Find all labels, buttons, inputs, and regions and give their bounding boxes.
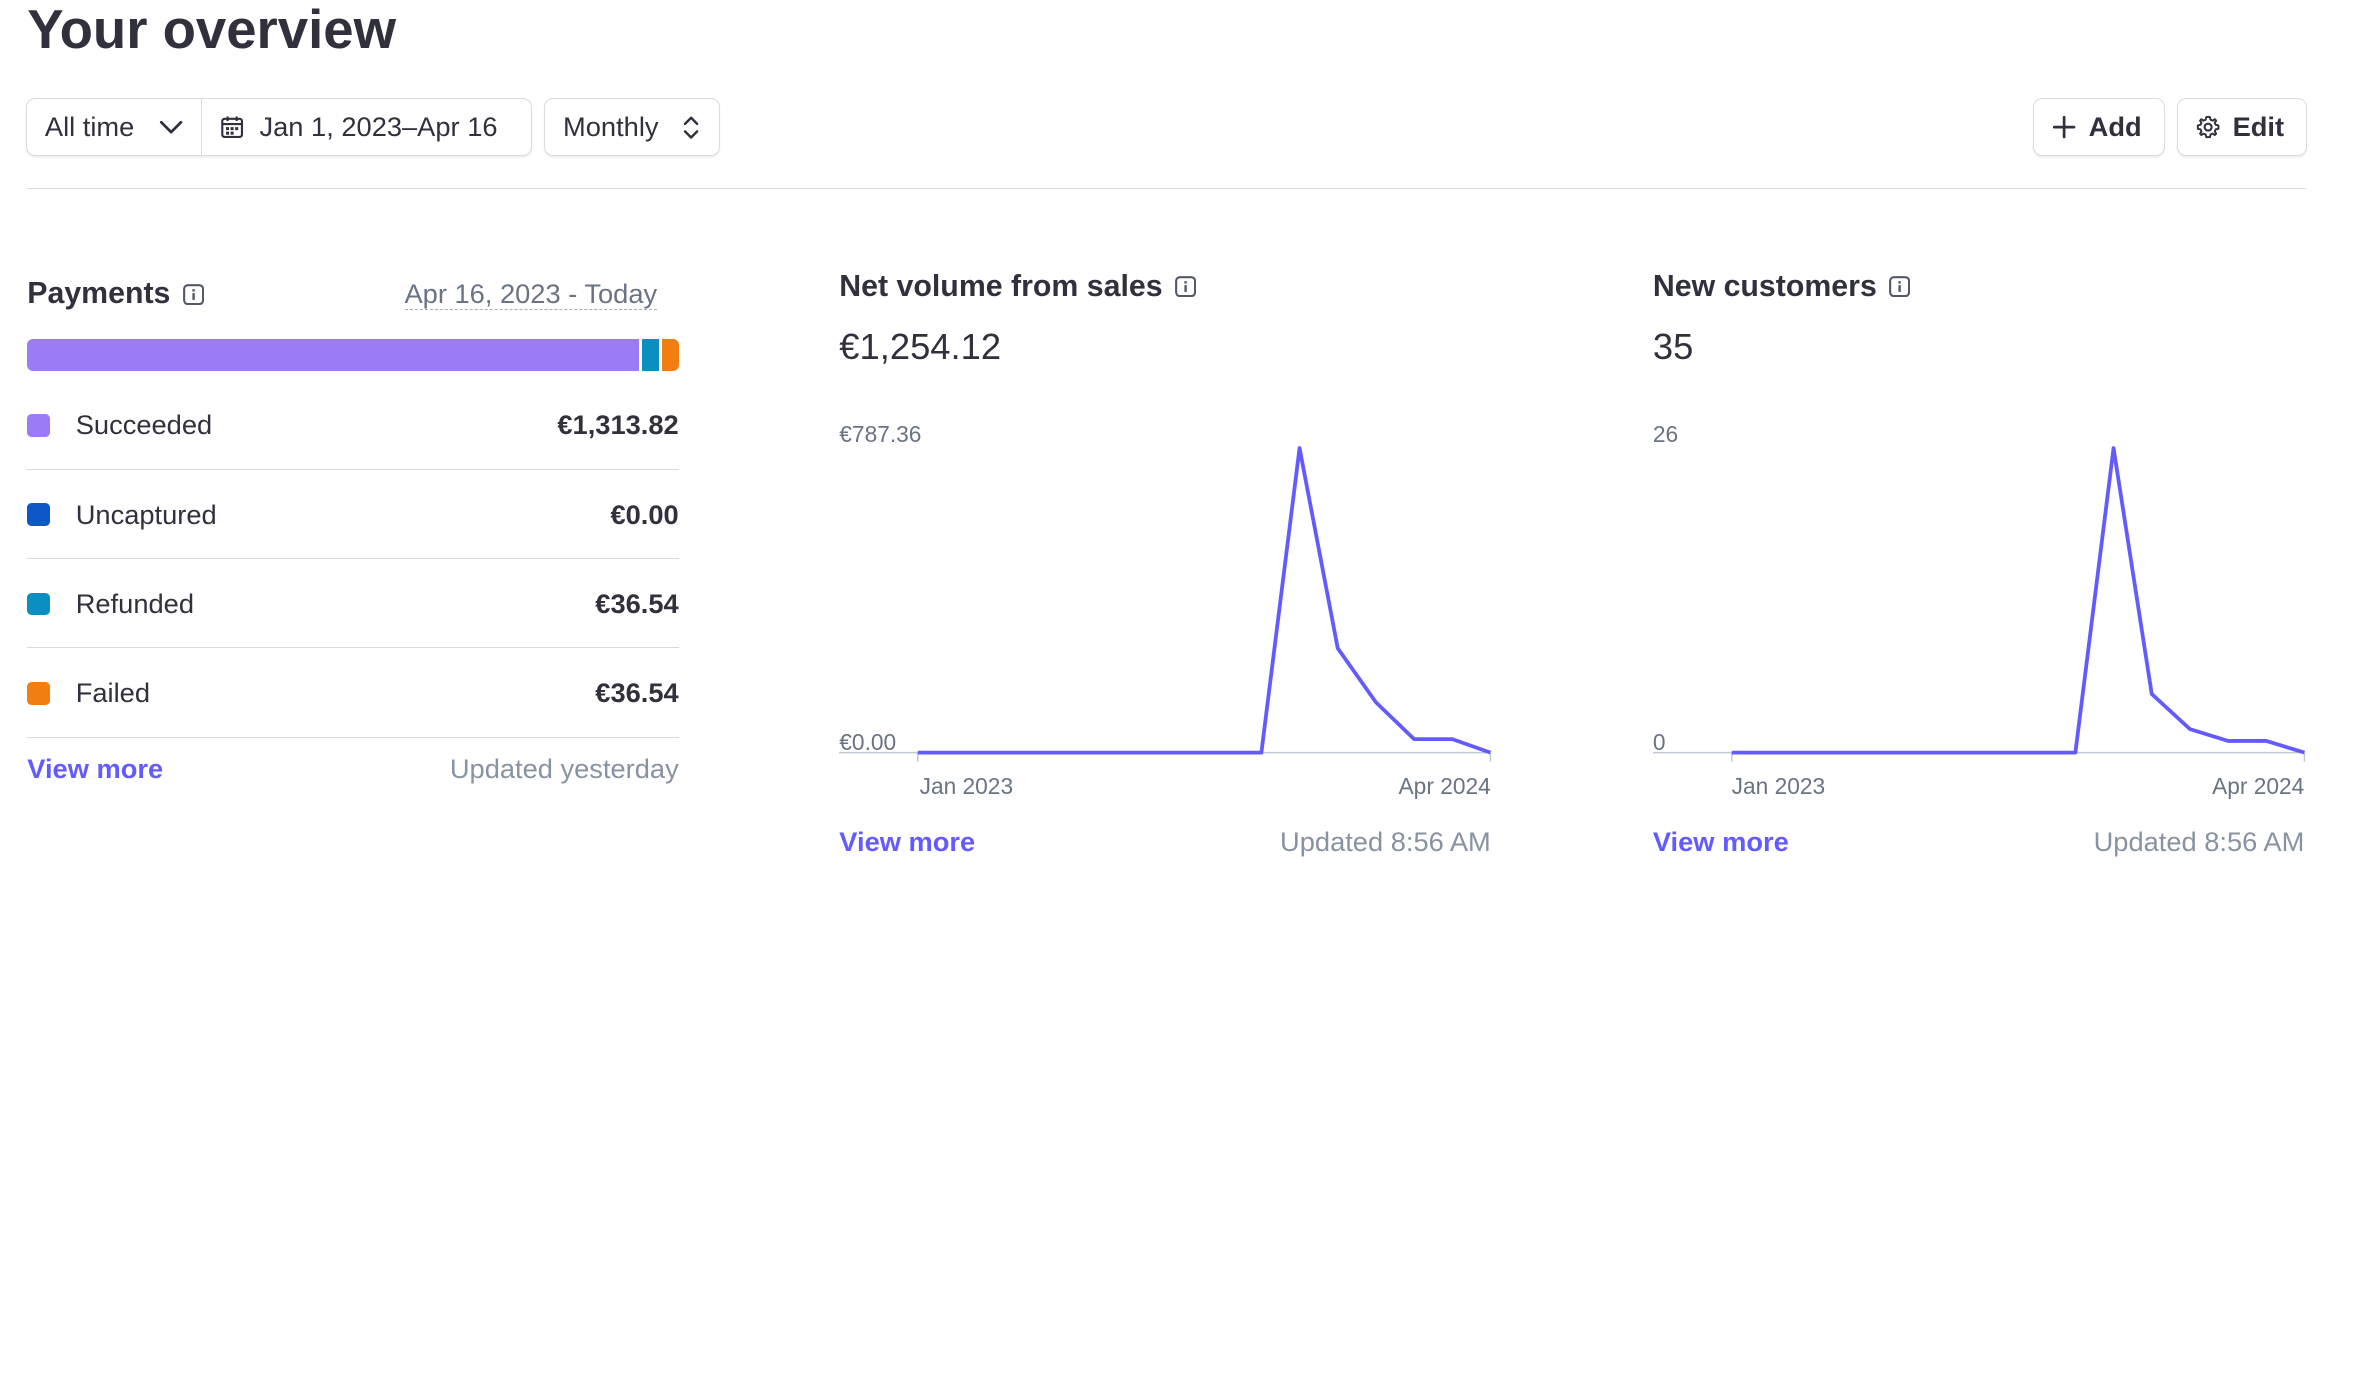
net-volume-title-text: Net volume from sales (839, 269, 1163, 303)
chevron-down-icon (159, 120, 183, 135)
edit-label: Edit (2232, 111, 2285, 143)
legend-value: €1,313.82 (557, 409, 679, 441)
net-volume-x-end-label: Apr 2024 (1398, 772, 1491, 799)
legend-label: Succeeded (75, 409, 213, 441)
payments-legend-row[interactable]: Failed €36.54 (27, 650, 679, 738)
chart-series-line (918, 446, 1492, 755)
interval-label: Monthly (563, 111, 659, 143)
net-volume-view-more-link[interactable]: View more (839, 826, 975, 858)
chevron-up-down-icon (682, 114, 700, 141)
calendar-icon (220, 115, 244, 139)
legend-swatch (27, 681, 50, 705)
gear-icon (2196, 115, 2220, 139)
new-customers-total: 35 (1652, 325, 1694, 367)
new-customers-updated-text: Updated 8:56 AM (2093, 825, 2305, 857)
new-customers-title-text: New customers (1652, 269, 1877, 303)
payments-stacked-bar (27, 339, 679, 372)
plus-icon (2052, 115, 2076, 139)
edit-button[interactable]: Edit (2177, 98, 2308, 157)
date-range-label: Jan 1, 2023–Apr 16 (259, 111, 498, 143)
info-icon[interactable] (1888, 276, 1911, 298)
net-volume-updated-text: Updated 8:56 AM (1280, 825, 1491, 857)
payments-legend-row[interactable]: Uncaptured €0.00 (27, 471, 679, 560)
add-button[interactable]: Add (2033, 98, 2165, 157)
legend-swatch (27, 503, 50, 526)
legend-swatch (27, 592, 50, 616)
page-title: Your overview (27, 0, 396, 60)
add-label: Add (2088, 111, 2142, 143)
overview-page: Your overview All time Jan 1, 2023–Apr 1… (0, 0, 2354, 1373)
new-customers-title: New customers (1652, 269, 1911, 304)
header-divider (27, 187, 2306, 190)
new-customers-view-more-link[interactable]: View more (1653, 826, 1789, 858)
info-icon[interactable] (182, 283, 204, 305)
new-customers-line-chart (1652, 446, 2306, 763)
payments-title-text: Payments (27, 277, 171, 311)
legend-value: €36.54 (595, 677, 679, 709)
payments-title: Payments (27, 277, 204, 311)
payments-updated-text: Updated yesterday (449, 752, 679, 784)
info-icon[interactable] (1174, 276, 1196, 298)
net-volume-title: Net volume from sales (839, 270, 1196, 304)
chart-series-line (1731, 446, 2305, 755)
legend-label: Refunded (75, 587, 194, 619)
payments-legend-row[interactable]: Succeeded €1,313.82 (27, 382, 679, 470)
legend-swatch (27, 413, 50, 437)
new-customers-x-start-label: Jan 2023 (1731, 772, 1826, 799)
payments-bar-segment (27, 339, 639, 372)
payments-legend-row[interactable]: Refunded €36.54 (27, 561, 679, 649)
legend-value: €0.00 (610, 498, 679, 530)
interval-select[interactable]: Monthly (543, 98, 720, 157)
new-customers-x-end-label: Apr 2024 (2212, 772, 2305, 799)
payments-view-more-link[interactable]: View more (27, 753, 163, 785)
legend-label: Failed (75, 677, 150, 709)
date-range-picker[interactable]: Jan 1, 2023–Apr 16 (200, 99, 531, 156)
payments-date-range[interactable]: Apr 16, 2023 - Today (404, 278, 658, 311)
payments-bar-segment (641, 339, 659, 372)
net-volume-line-chart (839, 446, 1492, 763)
legend-label: Uncaptured (75, 498, 217, 530)
date-filter-group: All time Jan 1, 2023–Apr 16 (25, 98, 532, 157)
payments-bar-segment (661, 339, 679, 372)
net-volume-x-start-label: Jan 2023 (919, 772, 1014, 799)
net-volume-total: €1,254.12 (839, 325, 1002, 367)
legend-value: €36.54 (595, 587, 679, 619)
period-select[interactable]: All time (27, 99, 201, 155)
period-label: All time (44, 111, 135, 143)
